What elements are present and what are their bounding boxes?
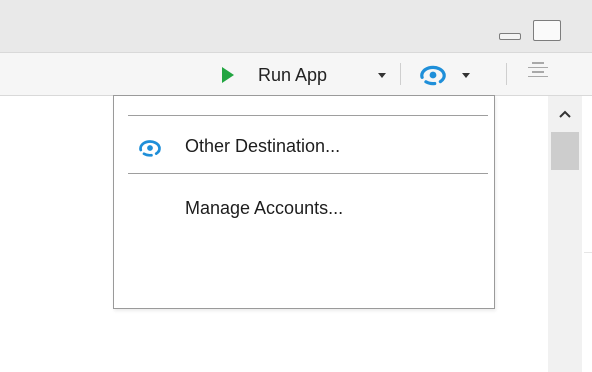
maximize-pane-button[interactable]	[533, 20, 561, 41]
divider	[584, 252, 592, 253]
run-app-label: Run App	[258, 64, 328, 85]
editor-toolbar: Run App	[0, 52, 592, 96]
run-app-button[interactable]: Run App	[218, 60, 372, 90]
minimize-pane-button[interactable]	[499, 33, 521, 40]
vertical-scrollbar[interactable]	[548, 96, 582, 372]
document-outline-icon[interactable]	[528, 62, 548, 78]
publish-icon	[420, 65, 446, 86]
scroll-thumb[interactable]	[551, 132, 579, 170]
menu-item-label: Other Destination...	[185, 136, 341, 156]
menu-item-label: Manage Accounts...	[185, 198, 344, 218]
publish-icon	[139, 140, 161, 157]
title-bar	[0, 0, 592, 52]
publish-button[interactable]	[412, 60, 488, 90]
menu-separator	[128, 173, 488, 174]
menu-item-manage-accounts[interactable]: Manage Accounts...	[115, 192, 493, 226]
menu-item-other-destination[interactable]: Other Destination...	[115, 130, 493, 164]
publish-dropdown-icon	[462, 73, 470, 78]
run-app-dropdown-icon[interactable]	[378, 73, 386, 78]
menu-separator	[128, 115, 488, 116]
toolbar-separator	[400, 63, 401, 85]
play-icon	[222, 67, 234, 83]
scroll-up-icon[interactable]	[559, 110, 571, 119]
publish-dropdown-menu: Other Destination... Manage Accounts...	[113, 95, 495, 309]
toolbar-separator	[506, 63, 507, 85]
